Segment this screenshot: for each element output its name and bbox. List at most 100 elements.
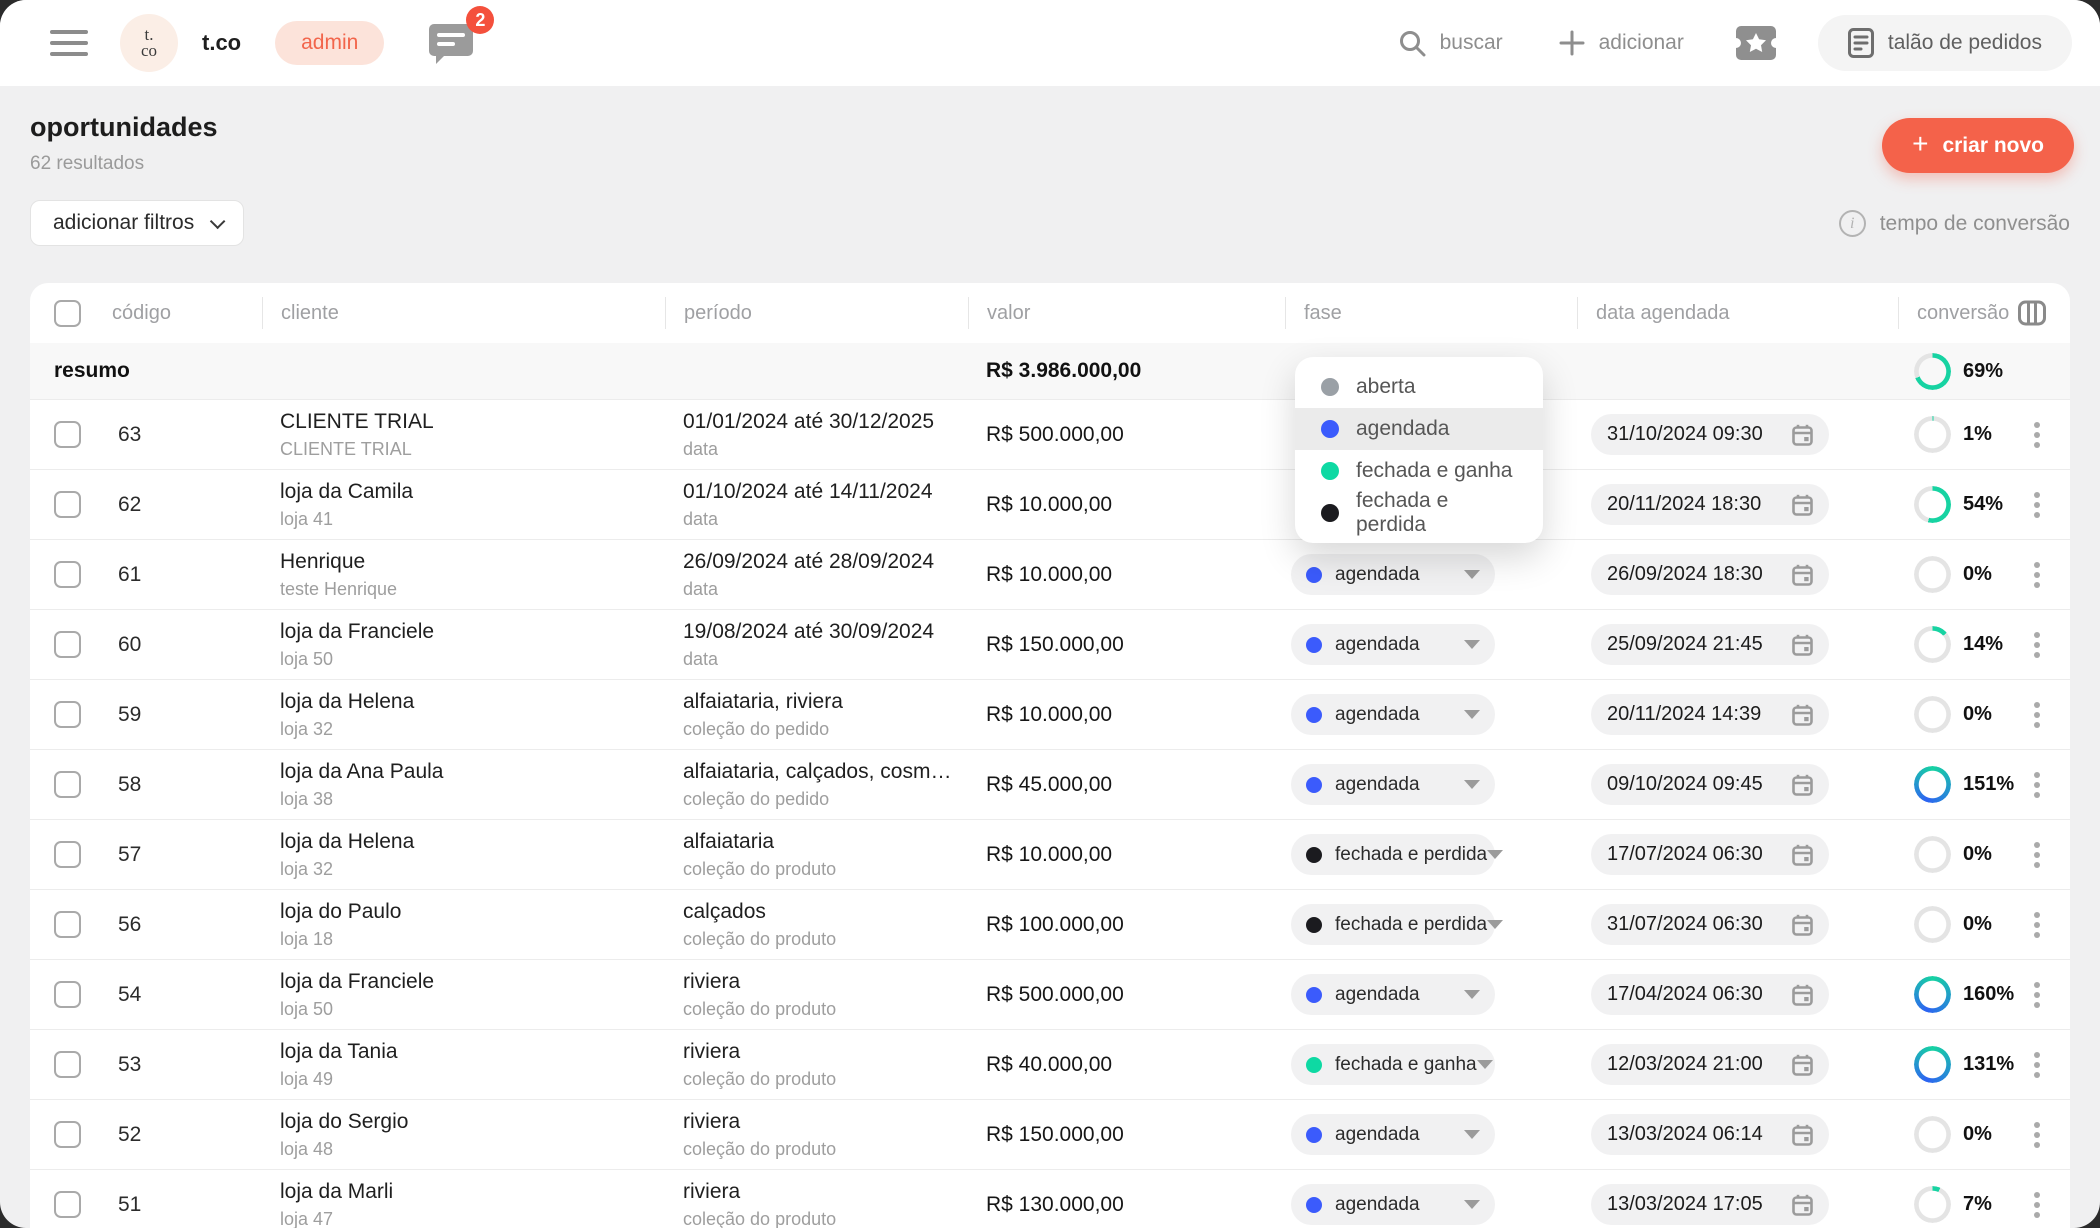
scheduled-date-value: 26/09/2024 18:30 xyxy=(1607,563,1763,586)
scheduled-date-picker[interactable]: 13/03/2024 06:14 xyxy=(1591,1114,1829,1155)
row-checkbox[interactable] xyxy=(54,1191,81,1218)
chat-button[interactable]: 2 xyxy=(428,18,478,68)
row-checkbox[interactable] xyxy=(54,491,81,518)
caret-down-icon xyxy=(1464,990,1480,999)
row-checkbox[interactable] xyxy=(54,1051,81,1078)
scheduled-date-picker[interactable]: 26/09/2024 18:30 xyxy=(1591,554,1829,595)
ticket-star-button[interactable] xyxy=(1736,26,1776,60)
row-checkbox[interactable] xyxy=(54,1121,81,1148)
column-header-conversao: conversão xyxy=(1898,297,2070,329)
fase-select[interactable]: fechada e perdida xyxy=(1291,834,1495,875)
fase-option-fechada-e-perdida[interactable]: fechada e perdida xyxy=(1295,492,1543,534)
scheduled-date-value: 20/11/2024 18:30 xyxy=(1607,493,1761,516)
summary-conversion-value: 69% xyxy=(1963,360,2003,383)
caret-down-icon xyxy=(1464,780,1480,789)
row-checkbox[interactable] xyxy=(54,841,81,868)
fase-select[interactable]: fechada e perdida xyxy=(1291,904,1495,945)
scheduled-date-picker[interactable]: 09/10/2024 09:45 xyxy=(1591,764,1829,805)
brand-name: t.co xyxy=(202,30,241,56)
scheduled-date-picker[interactable]: 31/07/2024 06:30 xyxy=(1591,904,1829,945)
conversion-value: 0% xyxy=(1963,563,1992,586)
app-window: t. co t.co admin 2 buscar xyxy=(0,0,2100,1228)
row-menu-button[interactable] xyxy=(2034,992,2040,998)
row-menu-button[interactable] xyxy=(2034,502,2040,508)
client-subtitle: loja 50 xyxy=(280,999,651,1020)
scheduled-date-picker[interactable]: 17/04/2024 06:30 xyxy=(1591,974,1829,1015)
row-menu-button[interactable] xyxy=(2034,852,2040,858)
row-menu-button[interactable] xyxy=(2034,432,2040,438)
fase-select[interactable]: agendada xyxy=(1291,624,1495,665)
fase-option-aberta[interactable]: aberta xyxy=(1295,366,1543,408)
row-menu-button[interactable] xyxy=(2034,922,2040,928)
column-header-fase: fase xyxy=(1285,297,1577,329)
scheduled-date-picker[interactable]: 31/10/2024 09:30 xyxy=(1591,414,1829,455)
conversion-value: 0% xyxy=(1963,913,1992,936)
fase-select[interactable]: agendada xyxy=(1291,764,1495,805)
period-value: alfaiataria, calçados, cosme... xyxy=(683,760,954,784)
row-checkbox[interactable] xyxy=(54,421,81,448)
fase-select[interactable]: fechada e ganha xyxy=(1291,1044,1495,1085)
row-value: R$ 500.000,00 xyxy=(968,423,1285,447)
scheduled-date-picker[interactable]: 20/11/2024 18:30 xyxy=(1591,484,1829,525)
fase-select[interactable]: agendada xyxy=(1291,1184,1495,1225)
table-row: 53 loja da Tania loja 49 riviera coleção… xyxy=(30,1029,2070,1099)
add-filters-button[interactable]: adicionar filtros xyxy=(30,200,244,246)
add-button[interactable]: adicionar xyxy=(1559,30,1684,56)
results-count: 62 resultados xyxy=(30,153,218,175)
row-menu-button[interactable] xyxy=(2034,572,2040,578)
row-menu-button[interactable] xyxy=(2034,1202,2040,1208)
row-checkbox[interactable] xyxy=(54,911,81,938)
ticket-star-icon xyxy=(1736,26,1776,60)
row-checkbox[interactable] xyxy=(54,631,81,658)
row-checkbox[interactable] xyxy=(54,701,81,728)
columns-settings-icon[interactable] xyxy=(2018,299,2046,327)
order-pad-button[interactable]: talão de pedidos xyxy=(1818,15,2072,71)
conversion-value: 7% xyxy=(1963,1193,1992,1216)
scheduled-date-picker[interactable]: 12/03/2024 21:00 xyxy=(1591,1044,1829,1085)
fase-option-agendada[interactable]: agendada xyxy=(1295,408,1543,450)
scheduled-date-picker[interactable]: 13/03/2024 17:05 xyxy=(1591,1184,1829,1225)
row-checkbox[interactable] xyxy=(54,981,81,1008)
fase-option-fechada-e-ganha[interactable]: fechada e ganha xyxy=(1295,450,1543,492)
add-filters-label: adicionar filtros xyxy=(53,211,194,235)
scheduled-date-picker[interactable]: 25/09/2024 21:45 xyxy=(1591,624,1829,665)
fase-status-dot xyxy=(1306,707,1322,723)
fase-label: agendada xyxy=(1335,564,1420,586)
client-name: loja da Helena xyxy=(280,830,651,854)
caret-down-icon xyxy=(1487,920,1503,929)
create-new-button[interactable]: + criar novo xyxy=(1882,118,2074,173)
row-menu-button[interactable] xyxy=(2034,782,2040,788)
hamburger-menu-icon[interactable] xyxy=(50,30,88,56)
select-all-checkbox[interactable] xyxy=(54,300,81,327)
row-menu-button[interactable] xyxy=(2034,712,2040,718)
period-value: riviera xyxy=(683,970,954,994)
row-checkbox[interactable] xyxy=(54,561,81,588)
period-type: coleção do produto xyxy=(683,1209,954,1228)
calendar-icon xyxy=(1792,1124,1813,1146)
row-code: 51 xyxy=(94,1193,262,1217)
fase-select[interactable]: agendada xyxy=(1291,1114,1495,1155)
row-menu-button[interactable] xyxy=(2034,642,2040,648)
row-menu-button[interactable] xyxy=(2034,1132,2040,1138)
fase-select[interactable]: agendada xyxy=(1291,974,1495,1015)
search-button[interactable]: buscar xyxy=(1398,29,1503,57)
scheduled-date-picker[interactable]: 17/07/2024 06:30 xyxy=(1591,834,1829,875)
info-icon[interactable]: i xyxy=(1839,210,1866,237)
row-checkbox[interactable] xyxy=(54,771,81,798)
fase-select[interactable]: agendada xyxy=(1291,554,1495,595)
table-body: 63 CLIENTE TRIAL CLIENTE TRIAL 01/01/202… xyxy=(30,399,2070,1228)
scheduled-date-picker[interactable]: 20/11/2024 14:39 xyxy=(1591,694,1829,735)
period-value: 01/10/2024 até 14/11/2024 xyxy=(683,480,954,504)
topbar: t. co t.co admin 2 buscar xyxy=(0,0,2100,86)
client-name: loja da Franciele xyxy=(280,970,651,994)
calendar-icon xyxy=(1792,1054,1813,1076)
client-subtitle: CLIENTE TRIAL xyxy=(280,439,651,460)
table-row: 54 loja da Franciele loja 50 riviera col… xyxy=(30,959,2070,1029)
calendar-icon xyxy=(1792,984,1813,1006)
fase-status-dot xyxy=(1306,1057,1322,1073)
row-menu-button[interactable] xyxy=(2034,1062,2040,1068)
fase-select[interactable]: agendada xyxy=(1291,694,1495,735)
caret-down-icon xyxy=(1464,1130,1480,1139)
brand-logo[interactable]: t. co xyxy=(120,14,178,72)
opportunities-table: código cliente período valor fase data a… xyxy=(30,283,2070,1228)
